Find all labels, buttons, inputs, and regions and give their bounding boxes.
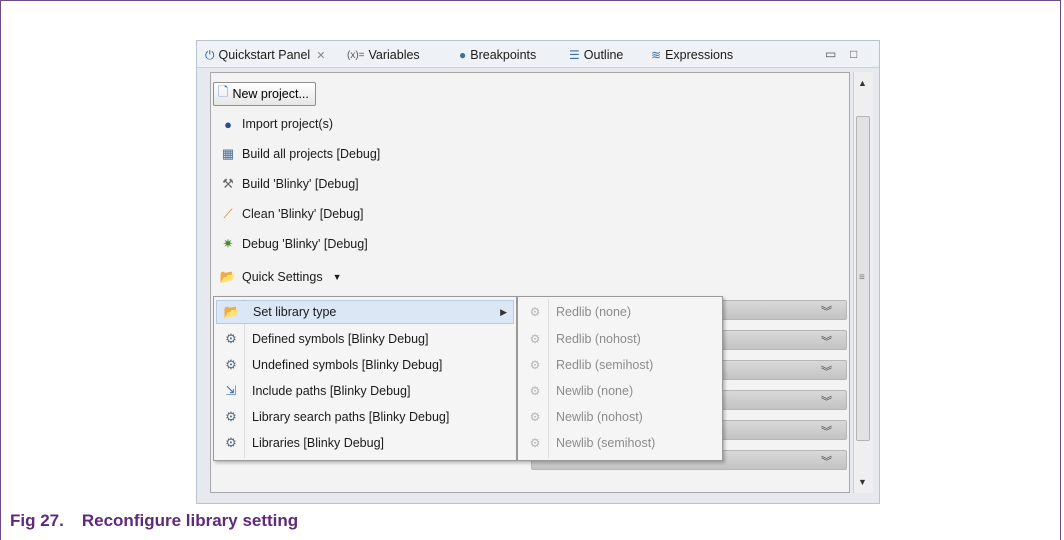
- figure-caption: Fig 27. Reconfigure library setting: [10, 511, 298, 531]
- breakpoints-icon: ●: [459, 48, 467, 62]
- menu-item-label: Redlib (semihost): [556, 358, 654, 372]
- tab-breakpoints-label: Breakpoints: [470, 48, 537, 62]
- tab-variables-label: Variables: [368, 48, 420, 62]
- tab-bar: ⏻ Quickstart Panel ✕ (x)= Variables ● Br…: [197, 41, 879, 68]
- menu-item-label: Redlib (none): [556, 305, 632, 319]
- tab-expressions[interactable]: ≋ Expressions: [651, 45, 733, 65]
- gear-icon: ⚙: [529, 305, 541, 319]
- gear-icon: ⚙: [225, 435, 237, 450]
- build-link[interactable]: ⚒ Build 'Blinky' [Debug]: [219, 173, 359, 195]
- menu-item-undefined-symbols[interactable]: ⚙ Undefined symbols [Blinky Debug]: [216, 353, 514, 377]
- minimize-icon[interactable]: ▭: [825, 47, 836, 61]
- menu-item-newlib-none[interactable]: ⚙ Newlib (none): [520, 379, 720, 403]
- menu-item-label: Redlib (nohost): [556, 332, 641, 346]
- menu-item-libraries[interactable]: ⚙ Libraries [Blinky Debug]: [216, 431, 514, 455]
- variables-icon: (x)=: [347, 49, 365, 61]
- build-all-icon: ▦: [221, 146, 235, 161]
- menu-item-label: Undefined symbols [Blinky Debug]: [252, 358, 443, 372]
- power-icon: ⏻: [205, 47, 215, 62]
- figure-number: Fig 27.: [10, 511, 64, 530]
- menu-item-label: Newlib (nohost): [556, 410, 643, 424]
- menu-item-label: Defined symbols [Blinky Debug]: [252, 332, 429, 346]
- tab-outline-label: Outline: [583, 48, 624, 62]
- expand-icon: ︾: [821, 396, 832, 408]
- expressions-icon: ≋: [651, 48, 662, 62]
- new-project-button[interactable]: 🗋 New project...: [213, 82, 316, 106]
- build-all-label: Build all projects [Debug]: [242, 147, 381, 161]
- gear-icon: ⚙: [529, 436, 541, 450]
- tab-quickstart-panel[interactable]: ⏻ Quickstart Panel ✕: [205, 45, 325, 65]
- menu-item-redlib-semihost[interactable]: ⚙ Redlib (semihost): [520, 353, 720, 377]
- broom-icon: ⟋: [223, 206, 233, 221]
- submenu-arrow-icon: ▶: [500, 306, 507, 317]
- menu-item-label: Set library type: [253, 305, 337, 319]
- menu-item-set-library-type[interactable]: 📂 Set library type ▶: [216, 300, 514, 324]
- expand-icon: ︾: [821, 306, 832, 318]
- build-all-link[interactable]: ▦ Build all projects [Debug]: [219, 143, 380, 165]
- gear-icon: ⚙: [529, 410, 541, 424]
- menu-item-label: Newlib (semihost): [556, 436, 656, 450]
- tab-breakpoints[interactable]: ● Breakpoints: [459, 45, 536, 65]
- outline-icon: ☰: [569, 48, 580, 62]
- new-project-icon: 🗋: [218, 84, 229, 99]
- debug-label: Debug 'Blinky' [Debug]: [242, 237, 368, 251]
- debug-link[interactable]: ✷ Debug 'Blinky' [Debug]: [219, 233, 368, 255]
- gear-icon: ⚙: [225, 357, 237, 372]
- menu-item-label: Newlib (none): [556, 384, 634, 398]
- menu-item-library-search-paths[interactable]: ⚙ Library search paths [Blinky Debug]: [216, 405, 514, 429]
- expand-icon: ︾: [821, 336, 832, 348]
- menu-item-newlib-nohost[interactable]: ⚙ Newlib (nohost): [520, 405, 720, 429]
- scroll-up-icon[interactable]: ▲: [858, 78, 867, 88]
- clean-label: Clean 'Blinky' [Debug]: [242, 207, 364, 221]
- menu-item-label: Include paths [Blinky Debug]: [252, 384, 411, 398]
- maximize-icon[interactable]: □: [850, 47, 857, 61]
- hammer-icon: ⚒: [222, 176, 234, 191]
- gear-icon: ⚙: [529, 332, 541, 346]
- chevron-down-icon: ▼: [332, 272, 342, 282]
- tab-outline[interactable]: ☰ Outline: [569, 45, 623, 65]
- quick-settings-dropdown[interactable]: 📂 Quick Settings ▼: [219, 266, 342, 288]
- gear-icon: ⚙: [225, 409, 237, 424]
- quick-settings-menu: 📂 Set library type ▶ ⚙ Defined symbols […: [213, 296, 517, 461]
- menu-item-include-paths[interactable]: ⇲ Include paths [Blinky Debug]: [216, 379, 514, 403]
- import-project-link[interactable]: ● Import project(s): [219, 113, 333, 135]
- tab-quickstart-label: Quickstart Panel: [218, 48, 311, 62]
- gear-icon: ⚙: [529, 384, 541, 398]
- import-project-label: Import project(s): [242, 117, 333, 131]
- include-paths-icon: ⇲: [225, 383, 237, 398]
- folder-settings-icon: 📂: [219, 269, 237, 284]
- menu-item-label: Libraries [Blinky Debug]: [252, 436, 385, 450]
- quick-settings-label: Quick Settings: [242, 270, 323, 284]
- folder-settings-icon: 📂: [223, 304, 241, 319]
- figure-title: Reconfigure library setting: [81, 511, 299, 530]
- close-icon[interactable]: ✕: [316, 49, 325, 62]
- grip-icon: ≡: [859, 272, 865, 283]
- import-icon: ●: [224, 116, 232, 132]
- scroll-down-icon[interactable]: ▼: [858, 477, 867, 487]
- library-type-submenu: ⚙ Redlib (none) ⚙ Redlib (nohost) ⚙ Redl…: [517, 296, 723, 461]
- menu-item-redlib-none[interactable]: ⚙ Redlib (none): [520, 300, 720, 324]
- expand-icon: ︾: [821, 366, 832, 378]
- tab-expressions-label: Expressions: [665, 48, 734, 62]
- clean-link[interactable]: ⟋ Clean 'Blinky' [Debug]: [219, 203, 364, 225]
- menu-item-newlib-semihost[interactable]: ⚙ Newlib (semihost): [520, 431, 720, 455]
- menu-item-label: Library search paths [Blinky Debug]: [252, 410, 450, 424]
- build-label: Build 'Blinky' [Debug]: [242, 177, 359, 191]
- gear-icon: ⚙: [529, 358, 541, 372]
- menu-item-defined-symbols[interactable]: ⚙ Defined symbols [Blinky Debug]: [216, 327, 514, 351]
- menu-item-redlib-nohost[interactable]: ⚙ Redlib (nohost): [520, 327, 720, 351]
- gear-icon: ⚙: [225, 331, 237, 346]
- new-project-label: New project...: [232, 87, 309, 101]
- vertical-scrollbar[interactable]: ▲ ≡ ▼: [853, 72, 873, 493]
- tab-variables[interactable]: (x)= Variables: [347, 45, 420, 65]
- bug-icon: ✷: [222, 236, 234, 251]
- expand-icon: ︾: [821, 456, 832, 468]
- expand-icon: ︾: [821, 426, 832, 438]
